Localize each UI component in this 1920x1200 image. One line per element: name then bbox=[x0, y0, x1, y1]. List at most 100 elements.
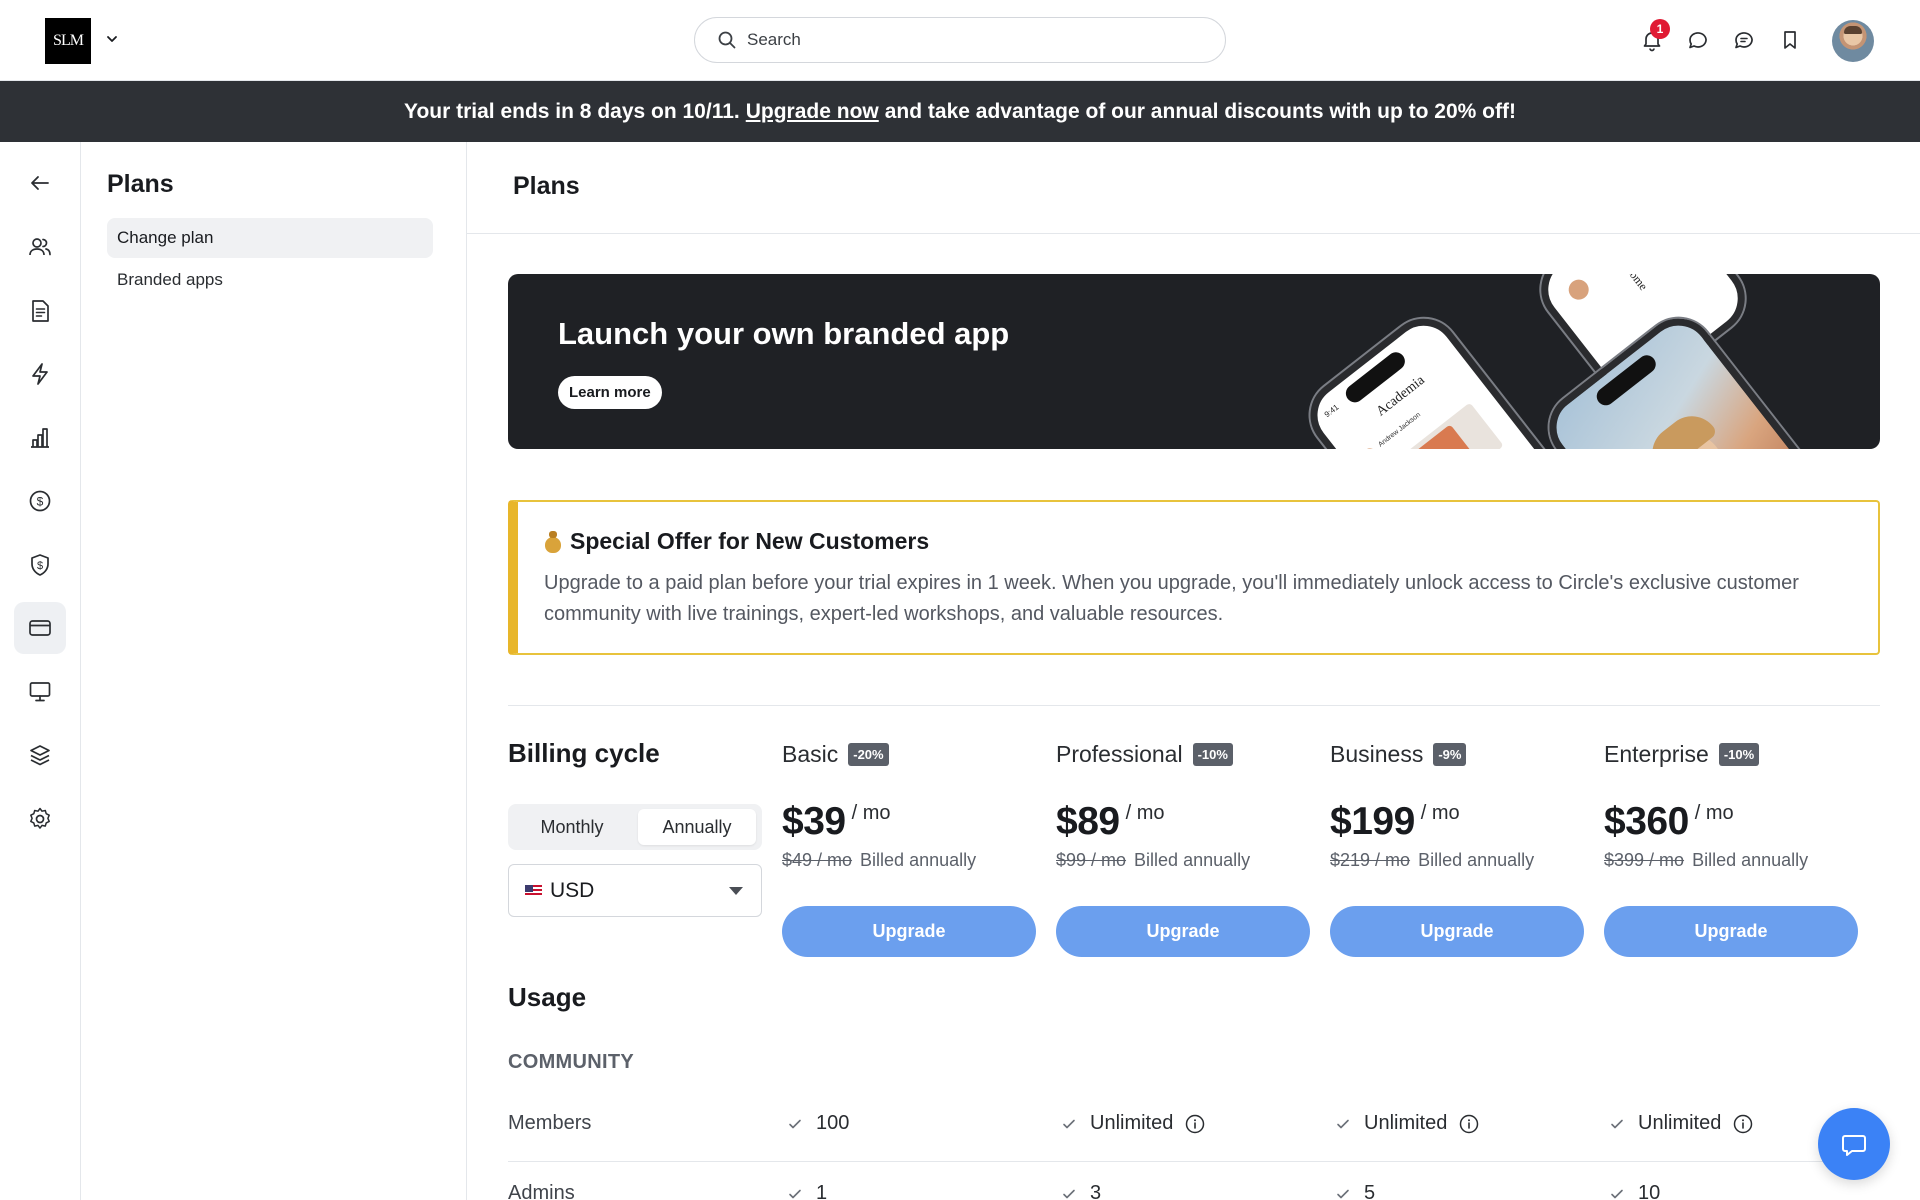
upgrade-basic-button[interactable]: Upgrade bbox=[782, 906, 1036, 957]
price-period: / mo bbox=[1420, 802, 1460, 824]
sidebar-item-label: Branded apps bbox=[117, 270, 223, 289]
phone-avatar bbox=[1358, 445, 1382, 449]
trial-banner: Your trial ends in 8 days on 10/11. Upgr… bbox=[0, 81, 1920, 142]
info-icon[interactable] bbox=[1733, 1114, 1753, 1134]
upgrade-enterprise-button[interactable]: Upgrade bbox=[1604, 906, 1858, 957]
check-icon bbox=[1063, 1189, 1075, 1198]
check-icon bbox=[1337, 1119, 1349, 1128]
bookmark-icon[interactable] bbox=[1776, 26, 1804, 54]
old-price: $219 / mo bbox=[1330, 850, 1411, 870]
upgrade-professional-button[interactable]: Upgrade bbox=[1056, 906, 1310, 957]
currency-select[interactable]: USD bbox=[508, 864, 762, 917]
svg-text:$: $ bbox=[37, 560, 43, 572]
main-content: Plans Launch your own branded app Learn … bbox=[467, 142, 1920, 1200]
check-icon bbox=[1063, 1119, 1075, 1128]
plan-name: Professional bbox=[1056, 740, 1183, 767]
check-icon bbox=[1337, 1189, 1349, 1198]
discount-badge: -20% bbox=[848, 742, 889, 766]
discount-badge: -10% bbox=[1192, 742, 1233, 766]
price-period: / mo bbox=[1125, 802, 1165, 824]
old-price: $49 / mo bbox=[782, 850, 853, 870]
plans-sidebar: Plans Change plan Branded apps bbox=[81, 142, 467, 1200]
billing-monthly-option[interactable]: Monthly bbox=[513, 809, 631, 845]
usage-value: Unlimited bbox=[1638, 1112, 1722, 1134]
check-icon bbox=[789, 1189, 801, 1198]
settings-icon[interactable] bbox=[14, 793, 66, 845]
usage-cell: Unlimited bbox=[1330, 1112, 1479, 1135]
plan-enterprise: Enterprise -10% $360/ mo $399 / mo Billed … bbox=[1604, 738, 1859, 957]
info-icon[interactable] bbox=[1185, 1114, 1205, 1134]
check-icon bbox=[1611, 1189, 1623, 1198]
currency-value: USD bbox=[550, 878, 595, 902]
apps-icon[interactable] bbox=[14, 730, 66, 782]
offer-title-text: Special Offer for New Customers bbox=[570, 528, 930, 554]
billing-icon[interactable] bbox=[14, 602, 66, 654]
site-icon[interactable] bbox=[14, 666, 66, 718]
usage-value: 1 bbox=[816, 1182, 828, 1200]
info-icon[interactable] bbox=[1459, 1114, 1479, 1134]
workflows-icon[interactable] bbox=[14, 348, 66, 400]
offer-title: Special Offer for New Customers bbox=[544, 528, 929, 555]
usage-cell: Unlimited bbox=[1056, 1112, 1205, 1135]
usage-value: 10 bbox=[1638, 1182, 1661, 1200]
trial-banner-prefix: Your trial ends in 8 days on 10/11. bbox=[404, 99, 740, 123]
usage-cell: 5 bbox=[1330, 1182, 1375, 1200]
search-bar[interactable] bbox=[694, 17, 1226, 63]
money-bag-icon bbox=[544, 530, 562, 553]
chevron-down-icon[interactable] bbox=[104, 31, 120, 47]
community-logo[interactable]: SLM bbox=[45, 18, 91, 64]
plan-price: $39 bbox=[782, 800, 846, 843]
learn-more-button[interactable]: Learn more bbox=[558, 376, 662, 409]
section-divider bbox=[508, 705, 1880, 706]
old-price: $399 / mo bbox=[1604, 850, 1685, 870]
notification-badge: 1 bbox=[1650, 19, 1670, 39]
plan-name: Enterprise bbox=[1604, 740, 1709, 767]
table-row: Members 100 Unlimited Unlimited Unlimite… bbox=[508, 1092, 1880, 1162]
analytics-icon[interactable] bbox=[14, 412, 66, 464]
sidebar-title: Plans bbox=[107, 170, 174, 198]
usage-cell: 100 bbox=[782, 1112, 849, 1135]
usage-cell: 3 bbox=[1056, 1182, 1101, 1200]
usage-cell: 10 bbox=[1604, 1182, 1660, 1200]
user-avatar[interactable] bbox=[1832, 20, 1874, 62]
caret-down-icon bbox=[729, 887, 743, 895]
usage-title: Usage bbox=[508, 982, 587, 1012]
discount-badge: -9% bbox=[1433, 742, 1467, 766]
billing-annually-option[interactable]: Annually bbox=[638, 809, 756, 845]
phone-welcome: Welcome bbox=[1611, 274, 1651, 293]
affiliates-icon[interactable]: $ bbox=[14, 539, 66, 591]
sidebar-item-change-plan[interactable]: Change plan bbox=[107, 218, 433, 258]
chat-icon bbox=[1842, 1135, 1866, 1156]
search-input[interactable] bbox=[747, 30, 1187, 50]
us-flag-icon bbox=[525, 884, 542, 897]
billing-cycle-toggle: Monthly Annually bbox=[508, 804, 762, 850]
discount-badge: -10% bbox=[1718, 742, 1760, 766]
usage-value: Unlimited bbox=[1364, 1112, 1448, 1134]
back-arrow-icon[interactable] bbox=[14, 157, 66, 209]
plan-price: $89 bbox=[1056, 800, 1120, 843]
community-section-label: COMMUNITY bbox=[508, 1051, 635, 1073]
messages-icon[interactable] bbox=[1730, 26, 1758, 54]
plan-price: $199 bbox=[1330, 800, 1415, 843]
price-period: / mo bbox=[1694, 802, 1734, 824]
chat-bubble-icon[interactable] bbox=[1684, 26, 1712, 54]
usage-value: 3 bbox=[1090, 1182, 1102, 1200]
posts-icon[interactable] bbox=[14, 285, 66, 337]
offer-body: Upgrade to a paid plan before your trial… bbox=[544, 572, 1799, 625]
plan-name: Business bbox=[1330, 740, 1424, 767]
plan-name: Basic bbox=[782, 740, 839, 767]
plan-business: Business -9% $199/ mo $219 / mo Billed ann… bbox=[1330, 738, 1585, 957]
upgrade-business-button[interactable]: Upgrade bbox=[1330, 906, 1584, 957]
billed-note: Billed annually bbox=[860, 850, 977, 870]
trial-banner-suffix: and take advantage of our annual discoun… bbox=[884, 99, 1516, 123]
phone-mockup-1: 9:41 Academia Andrew Jackson bbox=[1295, 304, 1591, 449]
paywalls-icon[interactable]: $ bbox=[14, 475, 66, 527]
check-icon bbox=[789, 1119, 801, 1128]
sidebar-item-branded-apps[interactable]: Branded apps bbox=[107, 260, 433, 300]
usage-value: 5 bbox=[1364, 1182, 1376, 1200]
sidebar-item-label: Change plan bbox=[117, 228, 214, 247]
support-chat-button[interactable] bbox=[1818, 1108, 1890, 1180]
billing-cycle-title: Billing cycle bbox=[508, 738, 660, 768]
upgrade-now-link[interactable]: Upgrade now bbox=[746, 100, 879, 124]
members-icon[interactable] bbox=[14, 221, 66, 273]
